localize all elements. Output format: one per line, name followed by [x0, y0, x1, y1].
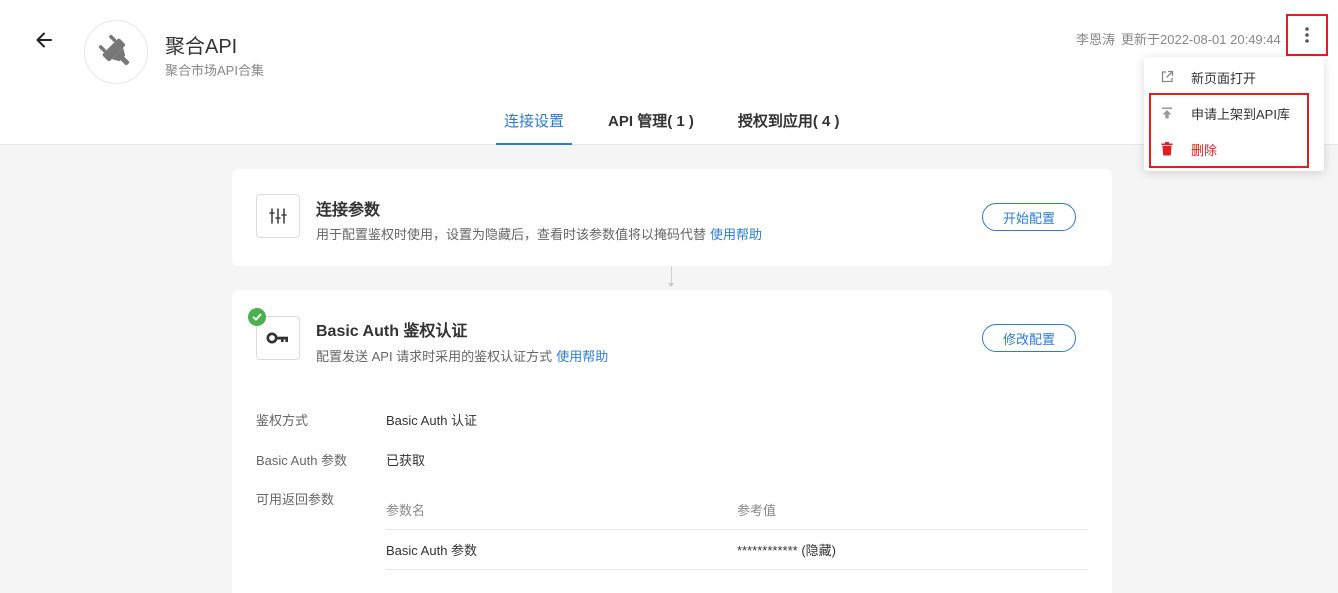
card-title: 连接参数 — [316, 202, 381, 219]
tab-connection-settings[interactable]: 连接设置 — [496, 100, 573, 145]
start-config-button[interactable]: 开始配置 — [982, 203, 1076, 231]
card-description: 配置发送 API 请求时采用的鉴权认证方式 使用帮助 — [316, 346, 608, 365]
trash-icon — [1160, 142, 1174, 156]
menu-item-open-new-page[interactable]: 新页面打开 — [1144, 59, 1324, 95]
card-description: 用于配置鉴权时使用，设置为隐藏后，查看时该参数值将以掩码代替 使用帮助 — [316, 224, 762, 243]
description-text: 配置发送 API 请求时采用的鉴权认证方式 — [316, 349, 553, 364]
author-name: 李恩涛 — [1076, 32, 1116, 47]
more-dropdown-menu: 新页面打开 申请上架到API库 删除 — [1144, 57, 1324, 171]
auth-params-value: 已获取 — [386, 453, 426, 468]
key-icon — [266, 332, 288, 344]
card-title: Basic Auth 鉴权认证 — [316, 323, 468, 340]
menu-item-delete[interactable]: 删除 — [1144, 131, 1324, 167]
menu-item-label: 删除 — [1191, 142, 1218, 158]
open-external-icon — [1160, 70, 1174, 84]
app-logo — [84, 20, 148, 84]
table-header: 参数名 参考值 — [386, 490, 1088, 530]
params-table: 参数名 参考值 Basic Auth 参数 ************ (隐藏) — [386, 490, 1088, 570]
help-link[interactable]: 使用帮助 — [556, 349, 608, 364]
connector-arrow — [668, 283, 674, 287]
menu-item-publish-to-api-library[interactable]: 申请上架到API库 — [1144, 95, 1324, 131]
return-params-label: 可用返回参数 — [256, 492, 335, 507]
param-name-cell: Basic Auth 参数 — [386, 543, 478, 558]
table-row: Basic Auth 参数 ************ (隐藏) — [386, 530, 1088, 570]
menu-item-label: 申请上架到API库 — [1191, 106, 1290, 122]
header: 聚合API 聚合市场API合集 李恩涛 更新于2022-08-01 20:49:4… — [0, 0, 1338, 145]
card-icon-box — [256, 194, 300, 238]
auth-params-label: Basic Auth 参数 — [256, 453, 348, 468]
back-button[interactable] — [30, 26, 58, 54]
more-vertical-icon — [1305, 27, 1309, 43]
page-subtitle: 聚合市场API合集 — [165, 63, 264, 78]
column-header-name: 参数名 — [386, 503, 426, 518]
page-title: 聚合API — [165, 36, 238, 58]
column-header-value: 参考值 — [737, 503, 777, 518]
tab-bar: 连接设置 API 管理( 1 ) 授权到应用( 4 ) — [496, 100, 848, 145]
auth-method-value: Basic Auth 认证 — [386, 413, 478, 428]
plug-icon — [98, 34, 130, 66]
update-meta: 李恩涛 更新于2022-08-01 20:49:44 — [1076, 29, 1281, 48]
auth-method-label: 鉴权方式 — [256, 413, 309, 428]
param-value-cell: ************ (隐藏) — [737, 543, 836, 558]
tab-api-management[interactable]: API 管理( 1 ) — [600, 100, 702, 145]
more-menu-button[interactable] — [1286, 14, 1328, 56]
edit-config-button[interactable]: 修改配置 — [982, 324, 1076, 352]
connection-params-card: 连接参数 用于配置鉴权时使用，设置为隐藏后，查看时该参数值将以掩码代替 使用帮助 … — [232, 169, 1112, 266]
help-link[interactable]: 使用帮助 — [710, 227, 762, 242]
update-time: 更新于2022-08-01 20:49:44 — [1121, 32, 1281, 47]
upload-icon — [1160, 106, 1174, 120]
menu-item-label: 新页面打开 — [1191, 70, 1257, 86]
tab-authorized-apps[interactable]: 授权到应用( 4 ) — [730, 100, 848, 145]
check-circle-icon — [248, 308, 266, 326]
sliders-icon — [269, 208, 287, 224]
description-text: 用于配置鉴权时使用，设置为隐藏后，查看时该参数值将以掩码代替 — [316, 227, 707, 242]
basic-auth-card: Basic Auth 鉴权认证 配置发送 API 请求时采用的鉴权认证方式 使用帮… — [232, 290, 1112, 593]
arrow-left-icon — [36, 32, 52, 48]
